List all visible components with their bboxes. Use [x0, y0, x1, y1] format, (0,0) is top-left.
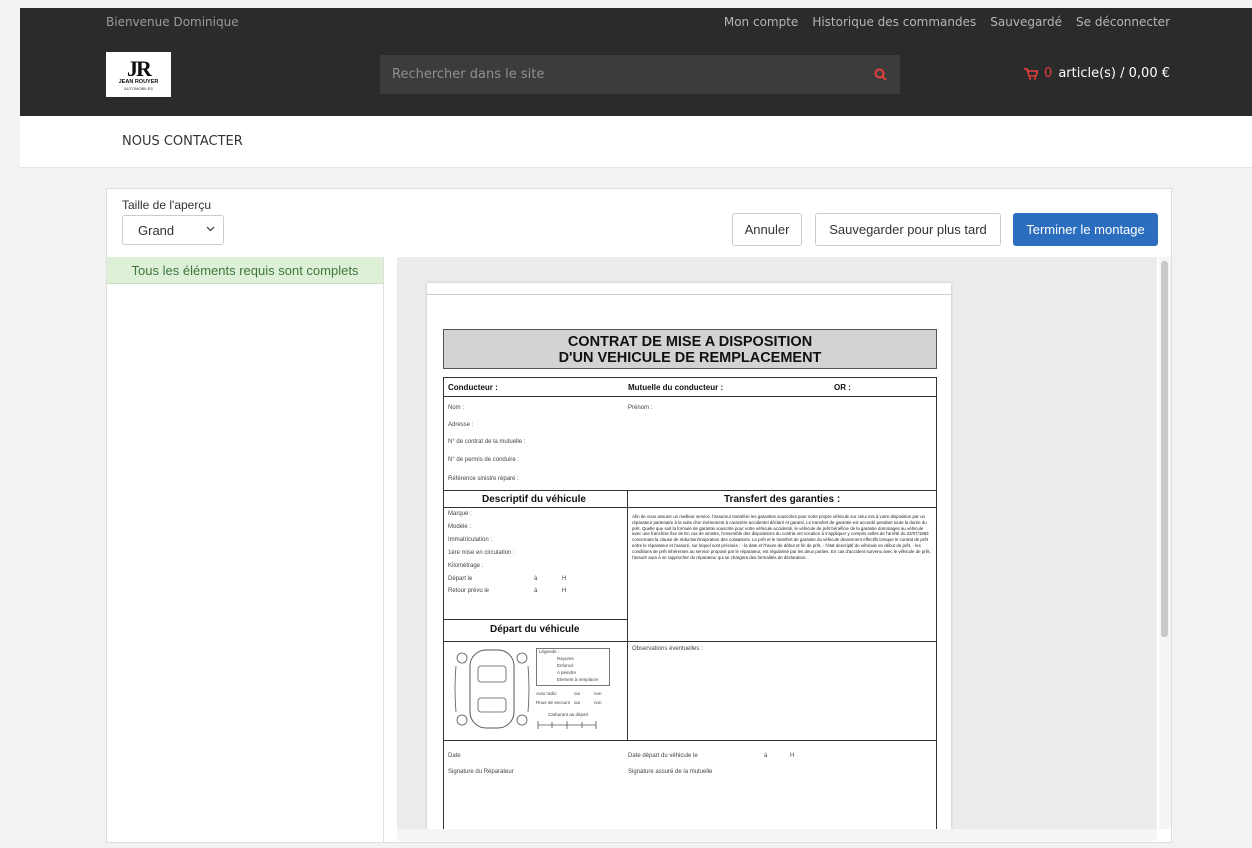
form-divider	[444, 641, 936, 642]
field-signature-reparateur: Signature du Réparateur	[448, 769, 514, 775]
field-permis: N° de permis de conduire :	[448, 457, 520, 463]
roue-non: non	[594, 700, 602, 705]
vehicle-description-heading: Descriptif du véhicule	[482, 494, 586, 505]
account-links: Mon compte Historique des commandes Sauv…	[724, 15, 1170, 29]
legend-rayures: Rayures	[557, 656, 574, 661]
field-marque: Marque :	[448, 511, 472, 517]
field-reference: Référence sinistre réparé :	[448, 476, 519, 482]
form-divider	[444, 619, 628, 620]
field-depart-le: Départ le	[448, 576, 473, 582]
search-input[interactable]	[380, 55, 860, 94]
field-carburant: Carburant au départ	[548, 712, 589, 717]
form-column-divider	[627, 490, 628, 740]
field-signature-assure: Signature assuré de la mutuelle	[628, 769, 713, 775]
main-nav: NOUS CONTACTER	[20, 116, 1252, 168]
field-date: Date	[448, 753, 461, 759]
document-divider	[427, 294, 951, 295]
site-logo[interactable]: JR JEAN ROUYER AUTOMOBILES	[106, 52, 171, 97]
search-icon	[874, 68, 887, 81]
document-preview[interactable]: CONTRAT DE MISE A DISPOSITION D'UN VEHIC…	[427, 283, 951, 829]
cancel-button[interactable]: Annuler	[732, 213, 802, 246]
preview-size-select[interactable]: Grand	[122, 215, 224, 245]
order-history-link[interactable]: Historique des commandes	[812, 15, 976, 29]
save-later-button[interactable]: Sauvegarder pour plus tard	[815, 213, 1001, 246]
cart-text: article(s) / 0,00 €	[1058, 66, 1170, 81]
vehicle-departure-heading: Départ du véhicule	[490, 624, 580, 635]
form-divider	[444, 396, 936, 397]
auto-radio-non: non	[594, 691, 602, 696]
field-retour: Retour prévu le	[448, 588, 490, 594]
field-immat: Immatriculation :	[448, 537, 493, 543]
fuel-gauge-icon	[537, 721, 597, 729]
field-contrat: N° de contrat de la mutuelle :	[448, 439, 526, 445]
field-mise-circulation: 1ère mise en circulation :	[448, 550, 515, 556]
cart-icon	[1024, 67, 1039, 80]
legend-box: Légende : Rayures Enfoncé A peindre Elem…	[536, 648, 610, 686]
field-depart-a: à	[534, 576, 538, 582]
page: Bienvenue Dominique Mon compte Historiqu…	[0, 0, 1252, 848]
welcome-text: Bienvenue Dominique	[106, 15, 239, 29]
field-modele: Modèle :	[448, 524, 472, 530]
field-retour-h: H	[562, 588, 567, 594]
driver-label: Conducteur :	[448, 383, 498, 392]
logo-sub: AUTOMOBILES	[124, 85, 153, 91]
preview-horizontal-scrollbar[interactable]	[397, 829, 1157, 841]
field-date-depart: Date départ du véhicule le	[628, 753, 698, 759]
auto-radio-oui: oui	[574, 691, 581, 696]
document-title-line1: CONTRAT DE MISE A DISPOSITION	[567, 334, 813, 350]
form-divider	[444, 490, 936, 491]
legend-peindre: A peindre	[557, 670, 577, 675]
legend-enfonce: Enfoncé	[557, 663, 574, 668]
legend-remplacer: Element à remplacer	[557, 677, 599, 682]
or-label: OR :	[834, 383, 851, 392]
insurer-label: Mutuelle du conducteur :	[628, 383, 724, 392]
form-divider	[444, 740, 936, 741]
roue-oui: oui	[574, 700, 581, 705]
field-date-a: à	[764, 753, 768, 759]
car-diagram-icon	[454, 649, 530, 729]
logo-brand: JEAN ROUYER	[118, 78, 159, 85]
preview-size-label: Taille de l'aperçu	[122, 198, 212, 212]
saved-link[interactable]: Sauvegardé	[990, 15, 1062, 29]
search-bar	[380, 55, 900, 94]
field-roue-secours: Roue de secours	[536, 700, 571, 705]
preview-size-value: Grand	[138, 222, 175, 238]
form-divider	[444, 507, 936, 508]
field-auto-radio: Auto radio	[536, 691, 557, 696]
field-retour-a: à	[534, 588, 538, 594]
guarantee-transfer-heading: Transfert des garanties :	[724, 494, 841, 505]
document-title: CONTRAT DE MISE A DISPOSITION D'UN VEHIC…	[443, 329, 937, 369]
preview-vertical-scrollbar[interactable]	[1159, 257, 1171, 829]
field-adresse: Adresse :	[448, 422, 474, 428]
preview-area: CONTRAT DE MISE A DISPOSITION D'UN VEHIC…	[397, 257, 1157, 829]
guarantee-transfer-text: Afin de vous assurer un meilleur service…	[632, 514, 931, 560]
search-button[interactable]	[860, 55, 900, 94]
top-header: Bienvenue Dominique Mon compte Historiqu…	[20, 8, 1252, 116]
legend-title: Légende :	[539, 649, 560, 654]
field-kilometrage: Kilométrage :	[448, 563, 484, 569]
field-nom: Nom :	[448, 405, 465, 411]
status-complete-bar: Tous les éléments requis sont complets	[107, 257, 383, 284]
scrollbar-thumb[interactable]	[1161, 261, 1168, 637]
logo-mark: JR	[127, 55, 152, 81]
field-depart-h: H	[562, 576, 567, 582]
cart-summary[interactable]: 0 article(s) / 0,00 €	[1024, 66, 1170, 81]
field-observations: Observations éventuelles :	[632, 646, 703, 652]
document-title-line2: D'UN VEHICULE DE REMPLACEMENT	[558, 350, 822, 366]
cart-count: 0	[1044, 66, 1053, 81]
my-account-link[interactable]: Mon compte	[724, 15, 798, 29]
nav-contact-link[interactable]: NOUS CONTACTER	[122, 134, 243, 149]
chevron-down-icon	[206, 226, 215, 232]
logout-link[interactable]: Se déconnecter	[1076, 15, 1170, 29]
field-prenom: Prénom :	[628, 405, 653, 411]
finish-button[interactable]: Terminer le montage	[1013, 213, 1158, 246]
field-date-h: H	[790, 753, 795, 759]
editor-panel: Taille de l'aperçu Grand Annuler Sauvega…	[106, 188, 1172, 843]
contract-form: Conducteur : Mutuelle du conducteur : OR…	[443, 377, 937, 829]
elements-sidebar: Tous les éléments requis sont complets	[107, 257, 384, 843]
